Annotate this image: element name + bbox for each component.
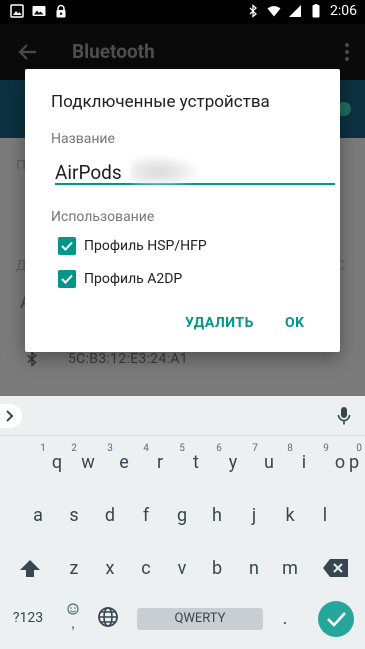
status-time: 2:06: [330, 3, 357, 19]
battery-icon: [312, 4, 320, 18]
key-s[interactable]: s: [59, 505, 89, 526]
connected-devices-dialog: Подключенные устройства Название AirPods…: [25, 69, 340, 352]
microphone-icon[interactable]: [337, 406, 351, 426]
emoji-key[interactable]: ,: [64, 601, 82, 631]
key-h[interactable]: h: [202, 505, 232, 526]
key-w[interactable]: w: [73, 452, 103, 473]
key-n[interactable]: n: [239, 558, 269, 579]
lock-notification-icon: [56, 4, 66, 18]
shift-icon[interactable]: [18, 557, 42, 581]
key-hint: 7: [252, 443, 258, 454]
back-arrow-icon[interactable]: [16, 40, 40, 64]
globe-icon[interactable]: [97, 606, 119, 628]
profile-hsp-hfp-checkbox[interactable]: [58, 237, 76, 255]
key-hint: 4: [143, 443, 149, 454]
overflow-menu-icon[interactable]: [345, 42, 349, 62]
chevron-right-icon: [6, 410, 14, 422]
profile-hsp-hfp-row[interactable]: Профиль HSP/HFP: [58, 237, 207, 255]
key-i[interactable]: i: [289, 452, 319, 473]
key-hint: 8: [287, 443, 293, 454]
wifi-icon: [267, 6, 281, 17]
key-d[interactable]: d: [95, 505, 125, 526]
key-hint: 0: [356, 443, 362, 454]
key-f[interactable]: f: [131, 505, 161, 526]
usage-label: Использование: [51, 209, 155, 225]
gallery-notification-icon: [32, 6, 46, 16]
key-t[interactable]: t: [181, 452, 211, 473]
key-z[interactable]: z: [59, 558, 89, 579]
backspace-icon[interactable]: [322, 558, 350, 578]
key-a[interactable]: a: [23, 505, 53, 526]
key-e[interactable]: e: [109, 452, 139, 473]
checkmark-icon: [61, 241, 73, 251]
key-hint: 5: [179, 443, 185, 454]
signal-icon: [289, 5, 301, 17]
suggestion-strip: [0, 396, 365, 436]
key-y[interactable]: y: [218, 452, 248, 473]
dialog-title: Подключенные устройства: [51, 92, 270, 112]
profile-label: Профиль HSP/HFP: [84, 238, 207, 254]
key-m[interactable]: m: [275, 558, 305, 579]
status-bar: 2:06: [0, 0, 365, 24]
done-key[interactable]: [318, 601, 354, 637]
key-q[interactable]: q: [42, 452, 72, 473]
image-notification-icon: [10, 4, 24, 18]
key-hint: 1: [40, 443, 46, 454]
bluetooth-status-icon: [249, 4, 257, 18]
key-u[interactable]: u: [254, 452, 284, 473]
symbols-key[interactable]: ?123: [6, 610, 50, 626]
key-v[interactable]: v: [167, 558, 197, 579]
key-l[interactable]: l: [310, 505, 340, 526]
key-p[interactable]: p: [343, 452, 365, 473]
bluetooth-device-icon: [27, 351, 37, 367]
key-x[interactable]: x: [95, 558, 125, 579]
key-j[interactable]: j: [239, 505, 269, 526]
name-value: AirPods: [55, 161, 122, 184]
key-hint: 6: [216, 443, 222, 454]
key-c[interactable]: c: [131, 558, 161, 579]
checkmark-icon: [327, 612, 346, 627]
profile-a2dp-checkbox[interactable]: [58, 270, 76, 288]
key-r[interactable]: r: [145, 452, 175, 473]
space-bar[interactable]: QWERTY: [137, 608, 263, 630]
delete-button[interactable]: УДАЛИТЬ: [185, 315, 254, 331]
keyboard: q w e r t y u i o p 1 2 3 4 5 6 7 8 9 0 …: [0, 396, 365, 649]
key-g[interactable]: g: [167, 505, 197, 526]
redacted-name-blur: [131, 155, 199, 183]
profile-a2dp-row[interactable]: Профиль A2DP: [58, 270, 182, 288]
key-hint: 3: [107, 443, 113, 454]
key-period[interactable]: .: [270, 608, 300, 629]
key-b[interactable]: b: [202, 558, 232, 579]
svg-text:,: ,: [71, 615, 75, 631]
key-hint: 2: [71, 443, 77, 454]
name-label: Название: [51, 131, 115, 147]
ok-button[interactable]: OK: [285, 315, 305, 331]
profile-label: Профиль A2DP: [84, 271, 183, 287]
expand-toolbar-button[interactable]: [0, 404, 22, 428]
checkmark-icon: [61, 274, 73, 284]
app-title: Bluetooth: [72, 40, 155, 63]
key-hint: 9: [323, 443, 329, 454]
key-k[interactable]: k: [275, 505, 305, 526]
mac-address[interactable]: 5C:B3:12:E3:24:A1: [68, 351, 188, 367]
